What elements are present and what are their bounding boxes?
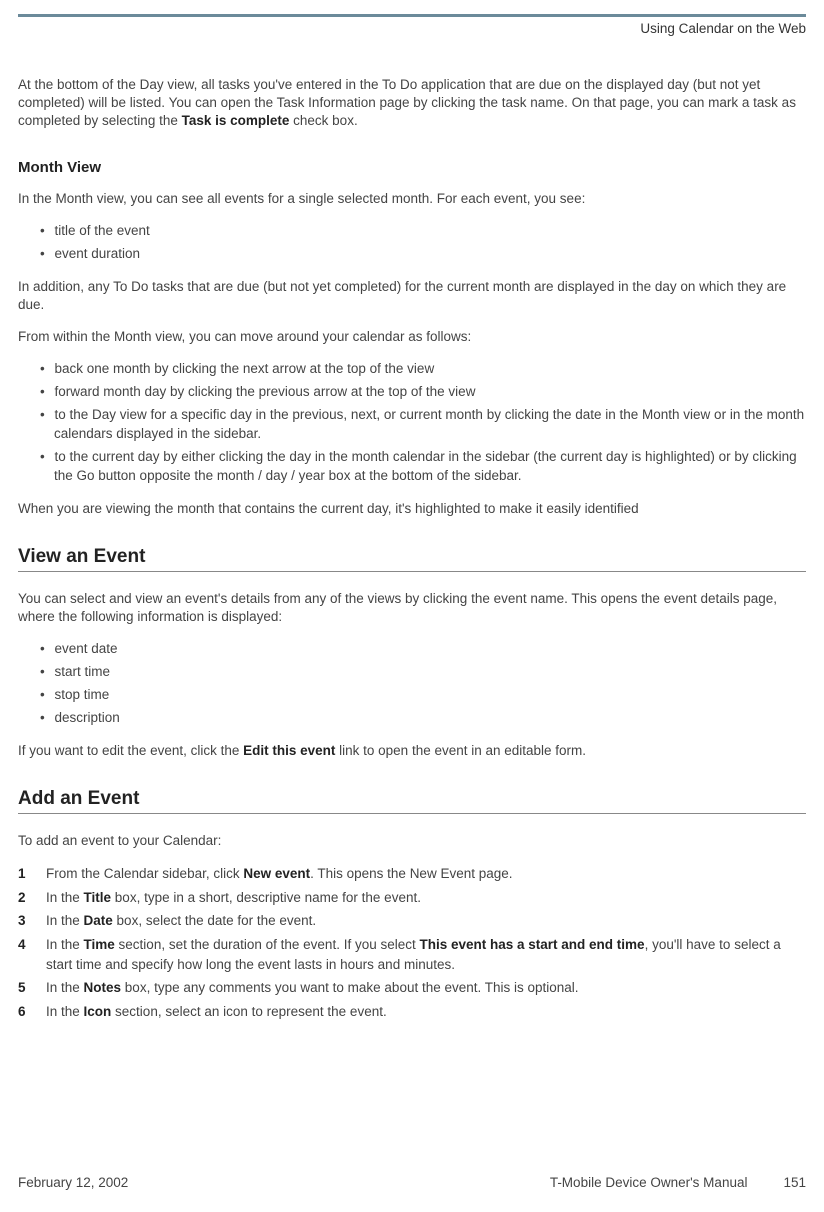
footer-manual-title: T-Mobile Device Owner's Manual: [550, 1175, 748, 1190]
month-view-p3: From within the Month view, you can move…: [18, 328, 806, 346]
text: In the: [46, 890, 84, 905]
bold-text: Task is complete: [182, 113, 290, 128]
list-item: back one month by clicking the next arro…: [18, 360, 806, 379]
text: In the: [46, 937, 84, 952]
text: section, set the duration of the event. …: [115, 937, 420, 952]
list-item: title of the event: [18, 222, 806, 241]
heading-add-event: Add an Event: [18, 788, 806, 810]
intro-paragraph: At the bottom of the Day view, all tasks…: [18, 76, 806, 131]
section-rule: [18, 571, 806, 572]
bold-text: Edit this event: [243, 743, 335, 758]
view-event-list: event date start time stop time descript…: [18, 640, 806, 728]
text: box, type in a short, descriptive name f…: [111, 890, 421, 905]
bold-text: This event has a start and end time: [419, 937, 644, 952]
step-item: From the Calendar sidebar, click New eve…: [18, 864, 806, 884]
text: box, select the date for the event.: [113, 913, 316, 928]
header-rule: [18, 14, 806, 17]
add-event-steps: From the Calendar sidebar, click New eve…: [18, 864, 806, 1021]
month-view-p2: In addition, any To Do tasks that are du…: [18, 278, 806, 314]
list-item: event duration: [18, 245, 806, 264]
text: box, type any comments you want to make …: [121, 980, 579, 995]
step-item: In the Title box, type in a short, descr…: [18, 888, 806, 908]
list-item: stop time: [18, 686, 806, 705]
text: If you want to edit the event, click the: [18, 743, 243, 758]
list-item: forward month day by clicking the previo…: [18, 383, 806, 402]
month-view-list1: title of the event event duration: [18, 222, 806, 264]
text: link to open the event in an editable fo…: [335, 743, 586, 758]
step-item: In the Time section, set the duration of…: [18, 935, 806, 974]
step-item: In the Notes box, type any comments you …: [18, 978, 806, 998]
bold-text: Icon: [84, 1004, 112, 1019]
add-event-p1: To add an event to your Calendar:: [18, 832, 806, 850]
bold-text: Title: [84, 890, 112, 905]
bold-text: New event: [243, 866, 310, 881]
list-item: to the Day view for a specific day in th…: [18, 406, 806, 444]
footer-page-number: 151: [783, 1175, 806, 1190]
list-item: event date: [18, 640, 806, 659]
text: check box.: [289, 113, 357, 128]
section-rule: [18, 813, 806, 814]
month-view-list2: back one month by clicking the next arro…: [18, 360, 806, 485]
bold-text: Date: [84, 913, 113, 928]
footer-date: February 12, 2002: [18, 1175, 128, 1190]
text: From the Calendar sidebar, click: [46, 866, 243, 881]
bold-text: Notes: [84, 980, 122, 995]
heading-month-view: Month View: [18, 159, 806, 176]
step-item: In the Date box, select the date for the…: [18, 911, 806, 931]
heading-view-event: View an Event: [18, 546, 806, 568]
text: In the: [46, 913, 84, 928]
list-item: description: [18, 709, 806, 728]
text: At the bottom of the Day view, all tasks…: [18, 77, 796, 128]
text: section, select an icon to represent the…: [111, 1004, 386, 1019]
list-item: start time: [18, 663, 806, 682]
month-view-p4: When you are viewing the month that cont…: [18, 500, 806, 518]
view-event-p2: If you want to edit the event, click the…: [18, 742, 806, 760]
month-view-p1: In the Month view, you can see all event…: [18, 190, 806, 208]
list-item: to the current day by either clicking th…: [18, 448, 806, 486]
text: . This opens the New Event page.: [310, 866, 512, 881]
text: In the: [46, 980, 84, 995]
bold-text: Time: [84, 937, 115, 952]
text: In the: [46, 1004, 84, 1019]
step-item: In the Icon section, select an icon to r…: [18, 1002, 806, 1022]
running-header: Using Calendar on the Web: [18, 21, 806, 36]
view-event-p1: You can select and view an event's detai…: [18, 590, 806, 626]
page-footer: February 12, 2002 T-Mobile Device Owner'…: [18, 1175, 806, 1190]
